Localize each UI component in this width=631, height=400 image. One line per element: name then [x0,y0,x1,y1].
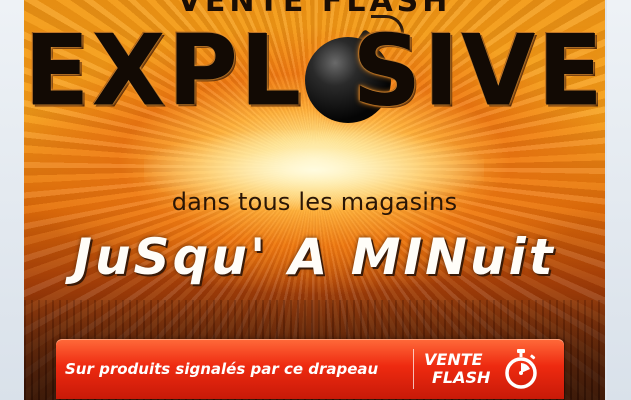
vente-flash-bar[interactable]: Sur produits signalés par ce drapeau VEN… [56,339,564,399]
headline-left: EXPL [24,13,304,129]
stopwatch-icon [502,347,540,391]
subline-stores: dans tous les magasins [171,188,458,216]
vente-flash-logo: VENTE FLASH [424,352,490,386]
page-margin-left [0,0,24,400]
flash-logo-line2: FLASH [432,368,491,387]
until-midnight: JuSqu' A MINuit [73,228,556,286]
flash-divider [413,349,414,389]
page-margin-right [607,0,631,400]
promo-banner[interactable]: VENTE FLASH EXPL SIVE dans tous les maga… [24,0,605,400]
flash-bar-text: Sur produits signalés par ce drapeau [65,360,379,378]
flash-logo-line1: VENTE [424,350,483,369]
bomb-icon [301,15,405,123]
headline-right: SIVE [352,13,605,129]
headline-explosive: EXPL SIVE [24,12,605,130]
